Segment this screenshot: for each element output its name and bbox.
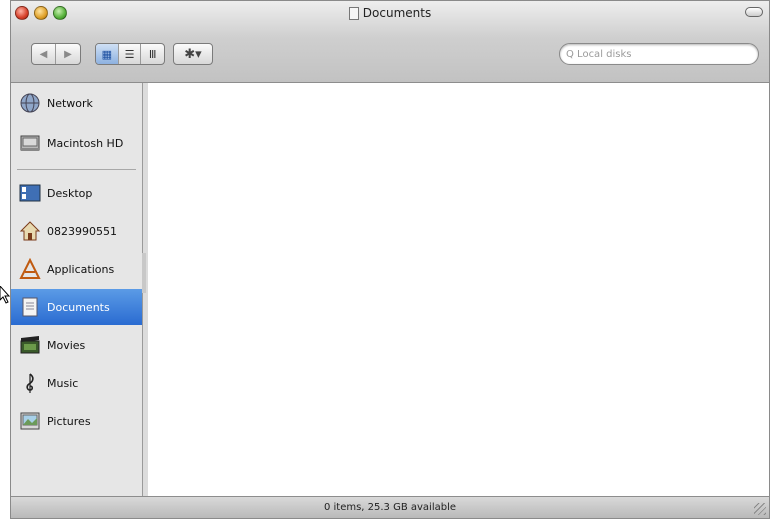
hard-drive-icon xyxy=(19,132,41,154)
list-view-button[interactable]: ☰ xyxy=(119,44,142,64)
search-field[interactable] xyxy=(559,43,759,65)
action-menu: ✱▾ xyxy=(173,43,213,65)
sidebar-item-documents[interactable]: Documents xyxy=(11,289,142,325)
home-icon xyxy=(19,220,41,242)
sidebar-item-label: Network xyxy=(47,96,93,110)
desktop-icon xyxy=(19,182,41,204)
sidebar-item-label: Movies xyxy=(47,338,86,352)
sidebar-item-music[interactable]: Music xyxy=(11,365,142,401)
sidebar-splitter[interactable] xyxy=(142,253,146,293)
sidebar-item-label: Documents xyxy=(47,300,110,314)
network-globe-icon xyxy=(19,92,41,114)
toolbar: ◀ ▶ ▦ ☰ Ⅲ ✱▾ xyxy=(25,39,759,69)
column-view-button[interactable]: Ⅲ xyxy=(141,44,164,64)
sidebar-item-label: Music xyxy=(47,376,79,390)
action-gear-button[interactable]: ✱▾ xyxy=(174,44,212,64)
sidebar-item-macintosh-hd[interactable]: Macintosh HD xyxy=(11,125,142,161)
sidebar-item-network[interactable]: Network xyxy=(11,85,142,121)
toolbar-toggle-button[interactable] xyxy=(745,7,763,17)
icon-view-button[interactable]: ▦ xyxy=(96,44,119,64)
navigation-buttons: ◀ ▶ xyxy=(31,43,81,65)
search-input[interactable] xyxy=(566,48,726,60)
sidebar-item-label: Pictures xyxy=(47,414,91,428)
sidebar-item-movies[interactable]: Movies xyxy=(11,327,142,363)
sidebar-item-pictures[interactable]: Pictures xyxy=(11,403,142,439)
status-text: 0 items, 25.3 GB available xyxy=(323,502,457,513)
applications-icon xyxy=(19,258,41,280)
sidebar-item-label: Macintosh HD xyxy=(47,136,124,150)
documents-icon xyxy=(19,296,41,318)
folder-icon xyxy=(348,6,359,20)
status-bar: 0 items, 25.3 GB available xyxy=(11,496,769,518)
sidebar-item-label: Desktop xyxy=(47,186,93,200)
sidebar: Network Macintosh HD Desktop 0823990551 xyxy=(11,83,146,496)
view-mode-buttons: ▦ ☰ Ⅲ xyxy=(95,43,165,65)
mouse-pointer-icon xyxy=(0,286,10,304)
window-title: Documents xyxy=(11,6,769,20)
music-icon xyxy=(19,372,41,394)
title-bar[interactable]: Documents ◀ ▶ ▦ ☰ Ⅲ ✱▾ xyxy=(11,1,769,83)
forward-button[interactable]: ▶ xyxy=(56,44,80,64)
finder-window: Documents ◀ ▶ ▦ ☰ Ⅲ ✱▾ Q Local disks Net… xyxy=(10,0,770,519)
file-browser-content[interactable] xyxy=(148,83,769,496)
pictures-icon xyxy=(19,410,41,432)
movies-icon xyxy=(19,334,41,356)
window-title-text: Documents xyxy=(362,6,432,20)
back-button[interactable]: ◀ xyxy=(32,44,57,64)
sidebar-item-label: Applications xyxy=(47,262,115,276)
resize-grip[interactable] xyxy=(754,503,766,515)
sidebar-item-label: 0823990551 xyxy=(47,224,117,238)
sidebar-item-home[interactable]: 0823990551 xyxy=(11,213,142,249)
sidebar-item-desktop[interactable]: Desktop xyxy=(11,175,142,211)
sidebar-item-applications[interactable]: Applications xyxy=(11,251,142,287)
sidebar-divider xyxy=(17,169,136,170)
